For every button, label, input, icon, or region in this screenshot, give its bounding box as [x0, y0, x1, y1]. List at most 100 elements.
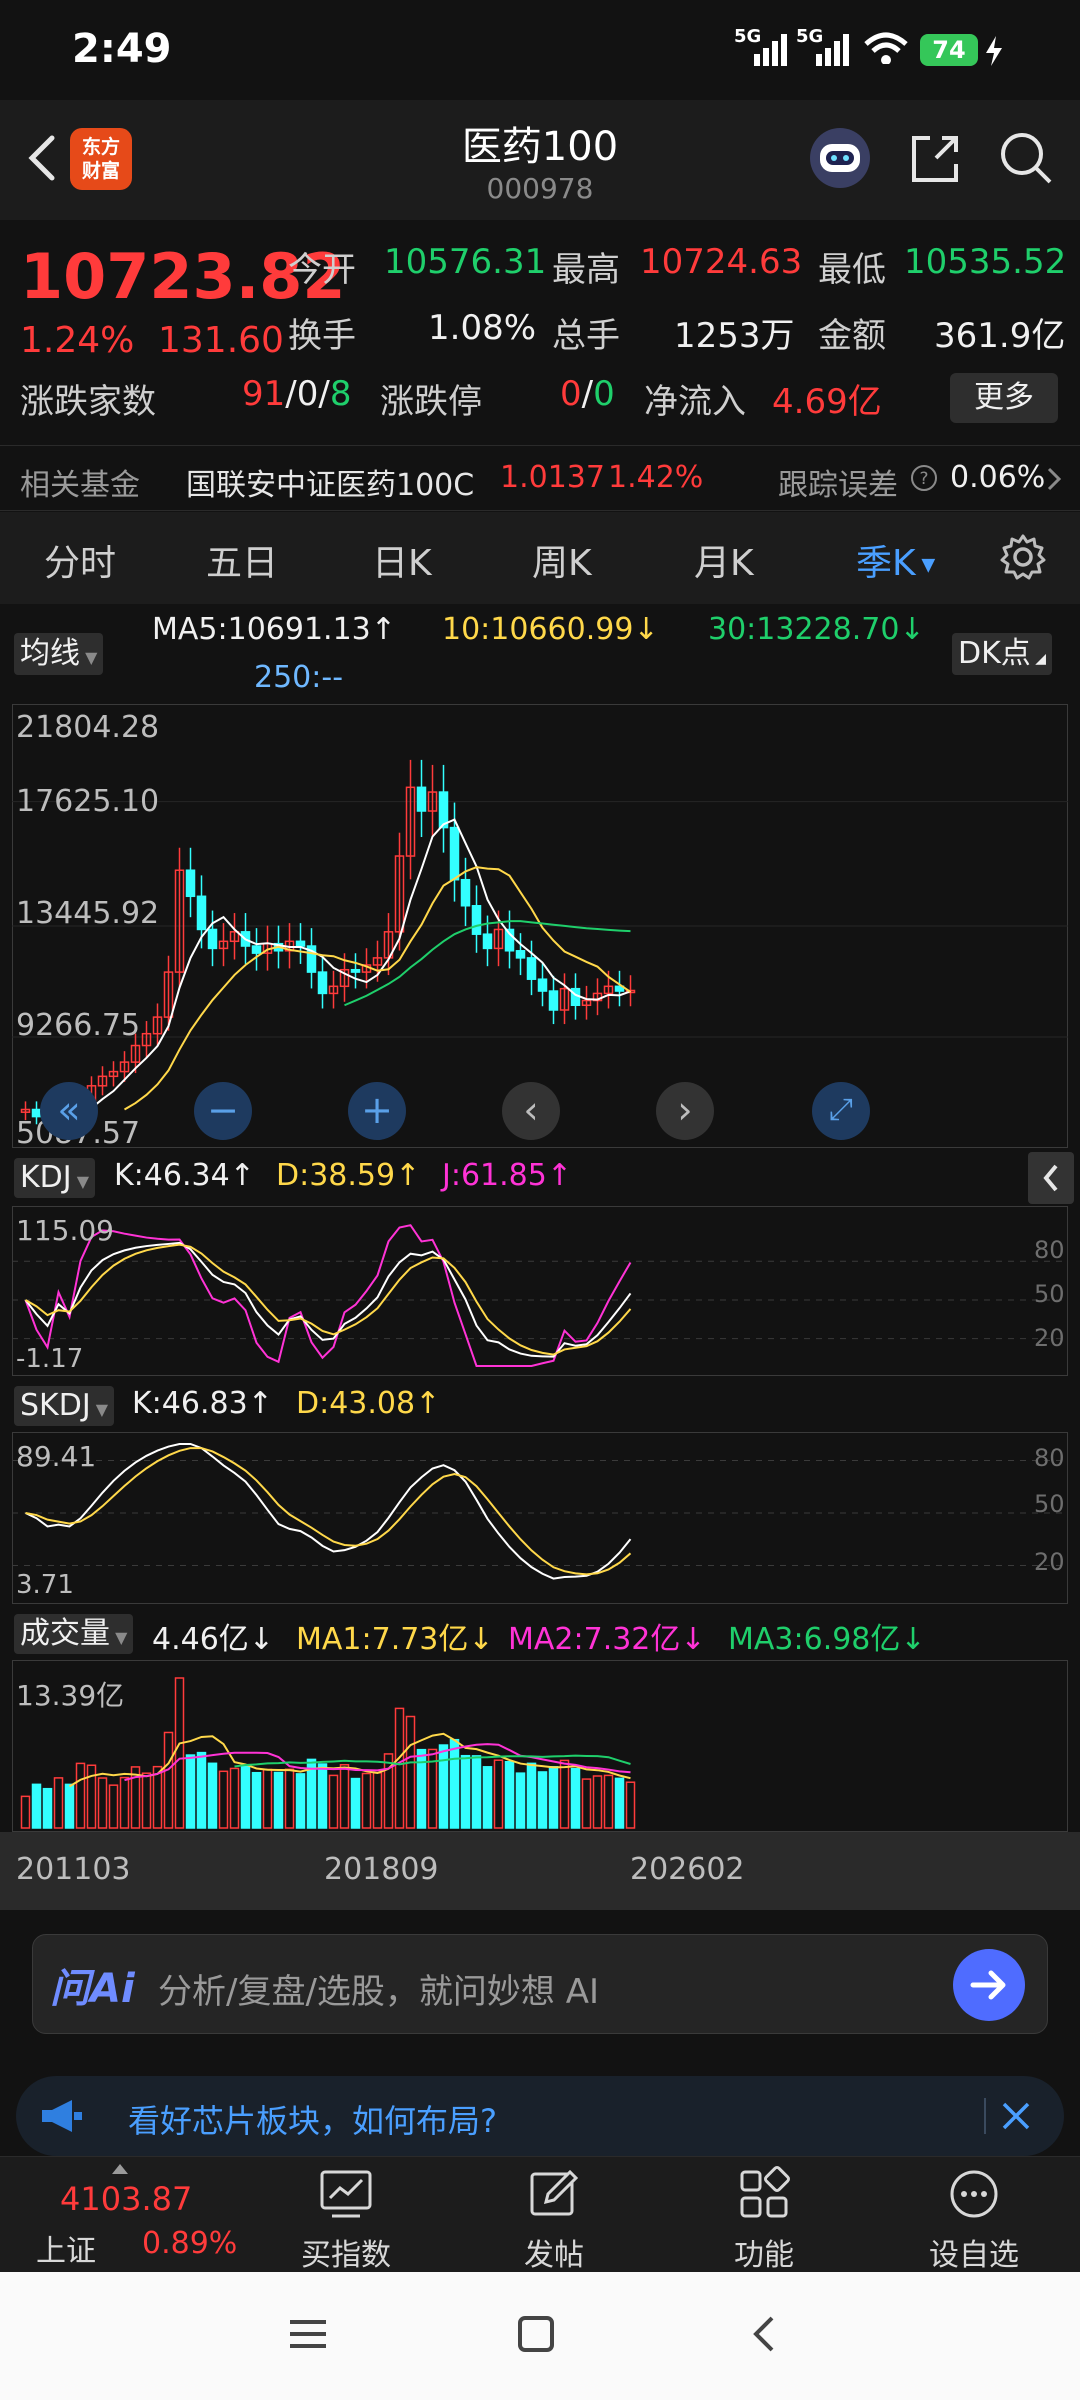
menu-icon[interactable]: [288, 2314, 328, 2354]
tab-monthly-k[interactable]: 月K: [694, 534, 754, 586]
date-tick-label: 201809: [324, 1852, 439, 1887]
tab-five-day[interactable]: 五日: [206, 534, 278, 586]
tab-quarterly-k-label: 季K: [856, 543, 916, 584]
banner-divider: [984, 2098, 986, 2134]
volume-selector-label: 成交量: [20, 1616, 110, 1651]
candle-body: [207, 928, 218, 950]
down-arrow-icon: ↓: [899, 612, 925, 647]
volume-bar: [471, 1755, 482, 1829]
zoom-in-button[interactable]: +: [348, 1082, 406, 1140]
volume-bar: [570, 1767, 581, 1829]
skdj-selector[interactable]: SKDJ ▼: [14, 1386, 115, 1426]
skdj-level-20: 20: [1034, 1548, 1065, 1576]
ai-robot-icon[interactable]: [808, 126, 872, 190]
buy-index-button[interactable]: 买指数: [266, 2166, 426, 2274]
close-icon[interactable]: [998, 2098, 1034, 2134]
dk-point-button[interactable]: DK点 ◢: [952, 633, 1052, 675]
change-percent: 1.24%: [20, 320, 135, 361]
index-name[interactable]: 上证: [36, 2226, 96, 2270]
volume-bar: [152, 1765, 163, 1829]
down-count: 8: [329, 374, 352, 414]
corner-icon: ◢: [1030, 651, 1046, 667]
tab-daily-k[interactable]: 日K: [372, 534, 432, 586]
prev-button[interactable]: ‹: [502, 1082, 560, 1140]
ma5-line: [69, 818, 631, 1117]
skdj-top-label: 89.41: [16, 1440, 97, 1473]
volume-ma2-text: MA2:7.32亿: [508, 1622, 681, 1657]
share-icon[interactable]: [906, 130, 964, 188]
fund-name[interactable]: 国联安中证医药100C: [186, 460, 474, 504]
expand-icon[interactable]: ⤢: [812, 1082, 870, 1140]
rewind-button[interactable]: «: [40, 1082, 98, 1140]
inflow-value: 4.69亿: [772, 382, 882, 422]
volume-chart[interactable]: [12, 1660, 1068, 1832]
caret-up-icon: [112, 2164, 128, 2174]
down-arrow-icon: ↓: [900, 1622, 926, 1657]
ma-selector[interactable]: 均线 ▼: [14, 633, 104, 675]
candle-body: [350, 968, 361, 973]
banner-text[interactable]: 看好芯片板块，如何布局?: [128, 2096, 497, 2142]
ai-input[interactable]: 分析/复盘/选股，就问妙想 AI: [158, 1964, 599, 2013]
home-icon[interactable]: [516, 2314, 556, 2354]
collapse-panel-button[interactable]: [1028, 1152, 1074, 1204]
skdj-level-80: 80: [1034, 1444, 1065, 1472]
nav-back-icon[interactable]: [746, 2314, 786, 2354]
volume-bar: [218, 1770, 229, 1829]
next-button[interactable]: ›: [656, 1082, 714, 1140]
edit-icon: [530, 2169, 579, 2216]
gear-icon[interactable]: [998, 532, 1048, 582]
more-dots-icon: [950, 2170, 998, 2218]
post-button[interactable]: 发帖: [474, 2166, 634, 2274]
candle-body: [251, 945, 262, 954]
amount-value: 361.9亿: [934, 316, 1066, 356]
index-value[interactable]: 4103.87: [60, 2180, 192, 2218]
zoom-out-button[interactable]: −: [194, 1082, 252, 1140]
fund-label: 相关基金: [20, 468, 140, 503]
arrow-right-icon: [970, 1970, 1006, 2000]
skdj-level-50: 50: [1034, 1490, 1065, 1518]
breadth-label: 涨跌家数: [20, 382, 156, 422]
up-arrow-icon: ↑: [415, 1386, 441, 1421]
volume-bar: [449, 1738, 460, 1829]
functions-button[interactable]: 功能: [684, 2166, 844, 2274]
help-icon[interactable]: ?: [910, 464, 938, 492]
kdj-j-value: J:61.85↑: [442, 1158, 572, 1193]
candlestick-chart[interactable]: [12, 704, 1068, 1148]
candle-body: [471, 905, 482, 935]
down-arrow-icon: ↓: [468, 1622, 494, 1657]
signal-icon: [754, 34, 787, 66]
kdj-selector[interactable]: KDJ ▼: [14, 1158, 96, 1198]
candle-body: [537, 978, 548, 992]
tab-weekly-k[interactable]: 周K: [532, 534, 592, 586]
status-clock: 2:49: [72, 26, 172, 72]
kdj-top-label: 115.09: [16, 1214, 114, 1247]
volume-bar: [515, 1772, 526, 1829]
search-icon[interactable]: [996, 128, 1056, 188]
candle-body: [460, 878, 471, 907]
skdj-chart[interactable]: [12, 1432, 1068, 1604]
volume-bar: [185, 1754, 196, 1829]
tab-intraday[interactable]: 分时: [44, 534, 116, 586]
tracking-error-label: 跟踪误差: [778, 468, 898, 503]
volume-bar: [20, 1795, 31, 1829]
dropdown-caret-icon: ▼: [90, 1400, 109, 1419]
kdj-chart[interactable]: [12, 1206, 1068, 1376]
ma5-text: MA5:10691.13: [152, 612, 371, 647]
more-button[interactable]: 更多: [950, 373, 1058, 423]
tab-quarterly-k[interactable]: 季K ▼: [856, 534, 935, 586]
add-watchlist-button[interactable]: 设自选: [894, 2166, 1054, 2274]
ai-send-button[interactable]: [953, 1949, 1025, 2021]
volume-bar: [328, 1774, 339, 1829]
functions-label: 功能: [734, 2238, 794, 2273]
limit-sep: /: [581, 374, 594, 414]
volume-bar: [548, 1766, 559, 1829]
volume-ma3-text: MA3:6.98亿: [728, 1622, 901, 1657]
candle-body: [449, 826, 460, 881]
candle-body: [482, 933, 493, 950]
up-arrow-icon: ↑: [247, 1386, 273, 1421]
volume-bar: [625, 1781, 636, 1829]
date-tick-label: 201103: [16, 1852, 131, 1887]
volume-selector[interactable]: 成交量 ▼: [14, 1614, 134, 1654]
up-arrow-icon: ↑: [546, 1158, 572, 1193]
volume-bar: [361, 1772, 372, 1829]
